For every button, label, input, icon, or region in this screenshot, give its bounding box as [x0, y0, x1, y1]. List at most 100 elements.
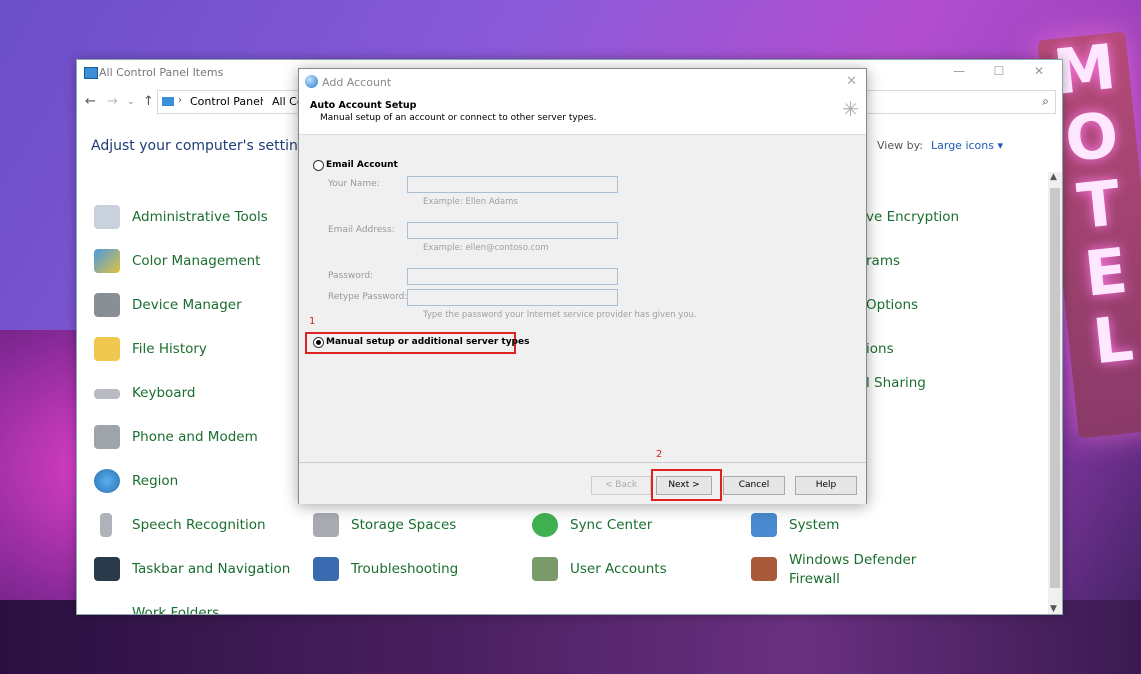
dialog-header: Auto Account Setup Manual setup of an ac… — [310, 100, 596, 123]
color-management-icon — [94, 249, 120, 273]
your-name-hint: Example: Ellen Adams — [423, 197, 518, 207]
storage-icon — [313, 513, 339, 537]
sign-letter: E — [1081, 233, 1131, 311]
item-label: Region — [132, 473, 179, 489]
sync-icon — [532, 513, 558, 537]
control-panel-icon — [84, 67, 98, 79]
item-device-manager[interactable]: Device Manager — [94, 293, 242, 317]
dialog-title: Add Account — [322, 76, 392, 89]
up-arrow-icon[interactable]: ↑ — [143, 94, 154, 109]
scroll-down-icon[interactable]: ▼ — [1050, 604, 1057, 614]
item-options-partial[interactable]: Options — [866, 297, 918, 313]
view-by-dropdown[interactable]: Large icons ▾ — [931, 139, 1003, 152]
breadcrumb-control-panel[interactable]: Control Panel — [190, 95, 263, 108]
back-arrow-icon[interactable]: ← — [85, 94, 96, 109]
email-account-radio[interactable] — [313, 160, 324, 171]
scroll-thumb[interactable] — [1050, 188, 1060, 588]
manual-setup-radio[interactable] — [313, 337, 324, 348]
item-label: Windows Defender Firewall — [789, 552, 917, 587]
minimize-button[interactable]: — — [944, 64, 974, 82]
item-speech-recognition[interactable]: Speech Recognition — [100, 513, 266, 537]
system-icon — [751, 513, 777, 537]
item-keyboard[interactable]: Keyboard — [94, 385, 196, 401]
item-file-history[interactable]: File History — [94, 337, 207, 361]
item-label: Options — [866, 297, 919, 313]
item-label: Keyboard — [132, 385, 196, 401]
view-by: View by: Large icons ▾ — [877, 139, 1003, 152]
tools-icon — [94, 205, 120, 229]
email-address-label: Email Address: — [328, 225, 395, 235]
close-button[interactable]: ✕ — [1024, 64, 1054, 82]
retype-password-field[interactable] — [407, 289, 618, 306]
item-label: ions — [866, 341, 894, 357]
maximize-button[interactable]: ☐ — [984, 64, 1014, 82]
sign-letter: T — [1073, 166, 1124, 244]
item-phone-and-modem[interactable]: Phone and Modem — [94, 425, 258, 449]
keyboard-icon — [94, 389, 120, 399]
chevron-right-icon: › — [178, 95, 182, 106]
back-button[interactable]: < Back — [591, 476, 651, 495]
close-icon[interactable]: ✕ — [846, 74, 857, 89]
microphone-icon — [100, 513, 112, 537]
email-address-hint: Example: ellen@contoso.com — [423, 243, 549, 253]
sparkle-cursor-icon: ✳ — [842, 97, 859, 121]
password-label: Password: — [328, 271, 374, 281]
troubleshooting-icon — [313, 557, 339, 581]
email-address-field[interactable] — [407, 222, 618, 239]
item-label: Administrative Tools — [132, 209, 268, 225]
search-input[interactable]: ⌕ — [854, 90, 1056, 114]
password-field[interactable] — [407, 268, 618, 285]
item-ions-partial[interactable]: ions — [866, 341, 894, 357]
view-by-label: View by: — [877, 139, 923, 152]
item-label: ve Encryption — [866, 209, 960, 225]
item-sharing-partial[interactable]: l Sharing — [866, 375, 926, 391]
add-account-dialog: Add Account ✕ Auto Account Setup Manual … — [298, 68, 867, 504]
item-color-management[interactable]: Color Management — [94, 249, 261, 273]
users-icon — [532, 557, 558, 581]
item-label: Work Folders — [132, 605, 220, 614]
item-administrative-tools[interactable]: Administrative Tools — [94, 205, 268, 229]
folder-icon — [162, 97, 174, 106]
item-label: File History — [132, 341, 207, 357]
manual-setup-label: Manual setup or additional server types — [326, 337, 530, 347]
item-label: Speech Recognition — [132, 517, 266, 533]
forward-arrow-icon[interactable]: → — [107, 94, 118, 109]
item-troubleshooting[interactable]: Troubleshooting — [313, 557, 458, 581]
cancel-button[interactable]: Cancel — [723, 476, 785, 495]
scroll-up-icon[interactable]: ▲ — [1050, 172, 1057, 182]
annotation-number: 1 — [309, 316, 316, 327]
recent-dropdown-icon[interactable]: ⌄ — [127, 97, 135, 107]
annotation-box — [651, 469, 722, 501]
item-taskbar-and-navigation[interactable]: Taskbar and Navigation — [94, 557, 291, 581]
item-label: Color Management — [132, 253, 261, 269]
item-bitlocker-partial[interactable]: ve Encryption — [866, 209, 959, 225]
help-button[interactable]: Help — [795, 476, 857, 495]
item-label: rams — [866, 253, 901, 269]
item-region[interactable]: Region — [94, 469, 179, 493]
dialog-footer: < Back Next > Cancel Help — [299, 462, 866, 504]
item-label: Phone and Modem — [132, 429, 258, 445]
item-label: System — [789, 517, 840, 533]
item-sync-center[interactable]: Sync Center — [532, 513, 652, 537]
chevron-right-icon: › — [260, 95, 264, 106]
device-manager-icon — [94, 293, 120, 317]
sign-letter: L — [1089, 301, 1137, 379]
item-default-programs-partial[interactable]: rams — [866, 253, 900, 269]
your-name-field[interactable] — [407, 176, 618, 193]
page-title: Adjust your computer's settings — [91, 138, 315, 154]
scrollbar[interactable]: ▲ ▼ — [1048, 172, 1062, 614]
window-title: All Control Panel Items — [99, 66, 224, 79]
item-work-folders[interactable]: Work Folders — [132, 605, 219, 614]
file-history-icon — [94, 337, 120, 361]
password-hint: Type the password your Internet service … — [423, 310, 697, 320]
your-name-label: Your Name: — [328, 179, 380, 189]
header-title: Auto Account Setup — [310, 100, 417, 111]
header-subtitle: Manual setup of an account or connect to… — [320, 113, 597, 123]
item-windows-defender-firewall[interactable]: Windows Defender Firewall — [751, 551, 929, 589]
item-label: Taskbar and Navigation — [132, 561, 291, 577]
item-system[interactable]: System — [751, 513, 840, 537]
item-user-accounts[interactable]: User Accounts — [532, 557, 667, 581]
phone-icon — [94, 425, 120, 449]
item-storage-spaces[interactable]: Storage Spaces — [313, 513, 456, 537]
item-label: User Accounts — [570, 561, 667, 577]
